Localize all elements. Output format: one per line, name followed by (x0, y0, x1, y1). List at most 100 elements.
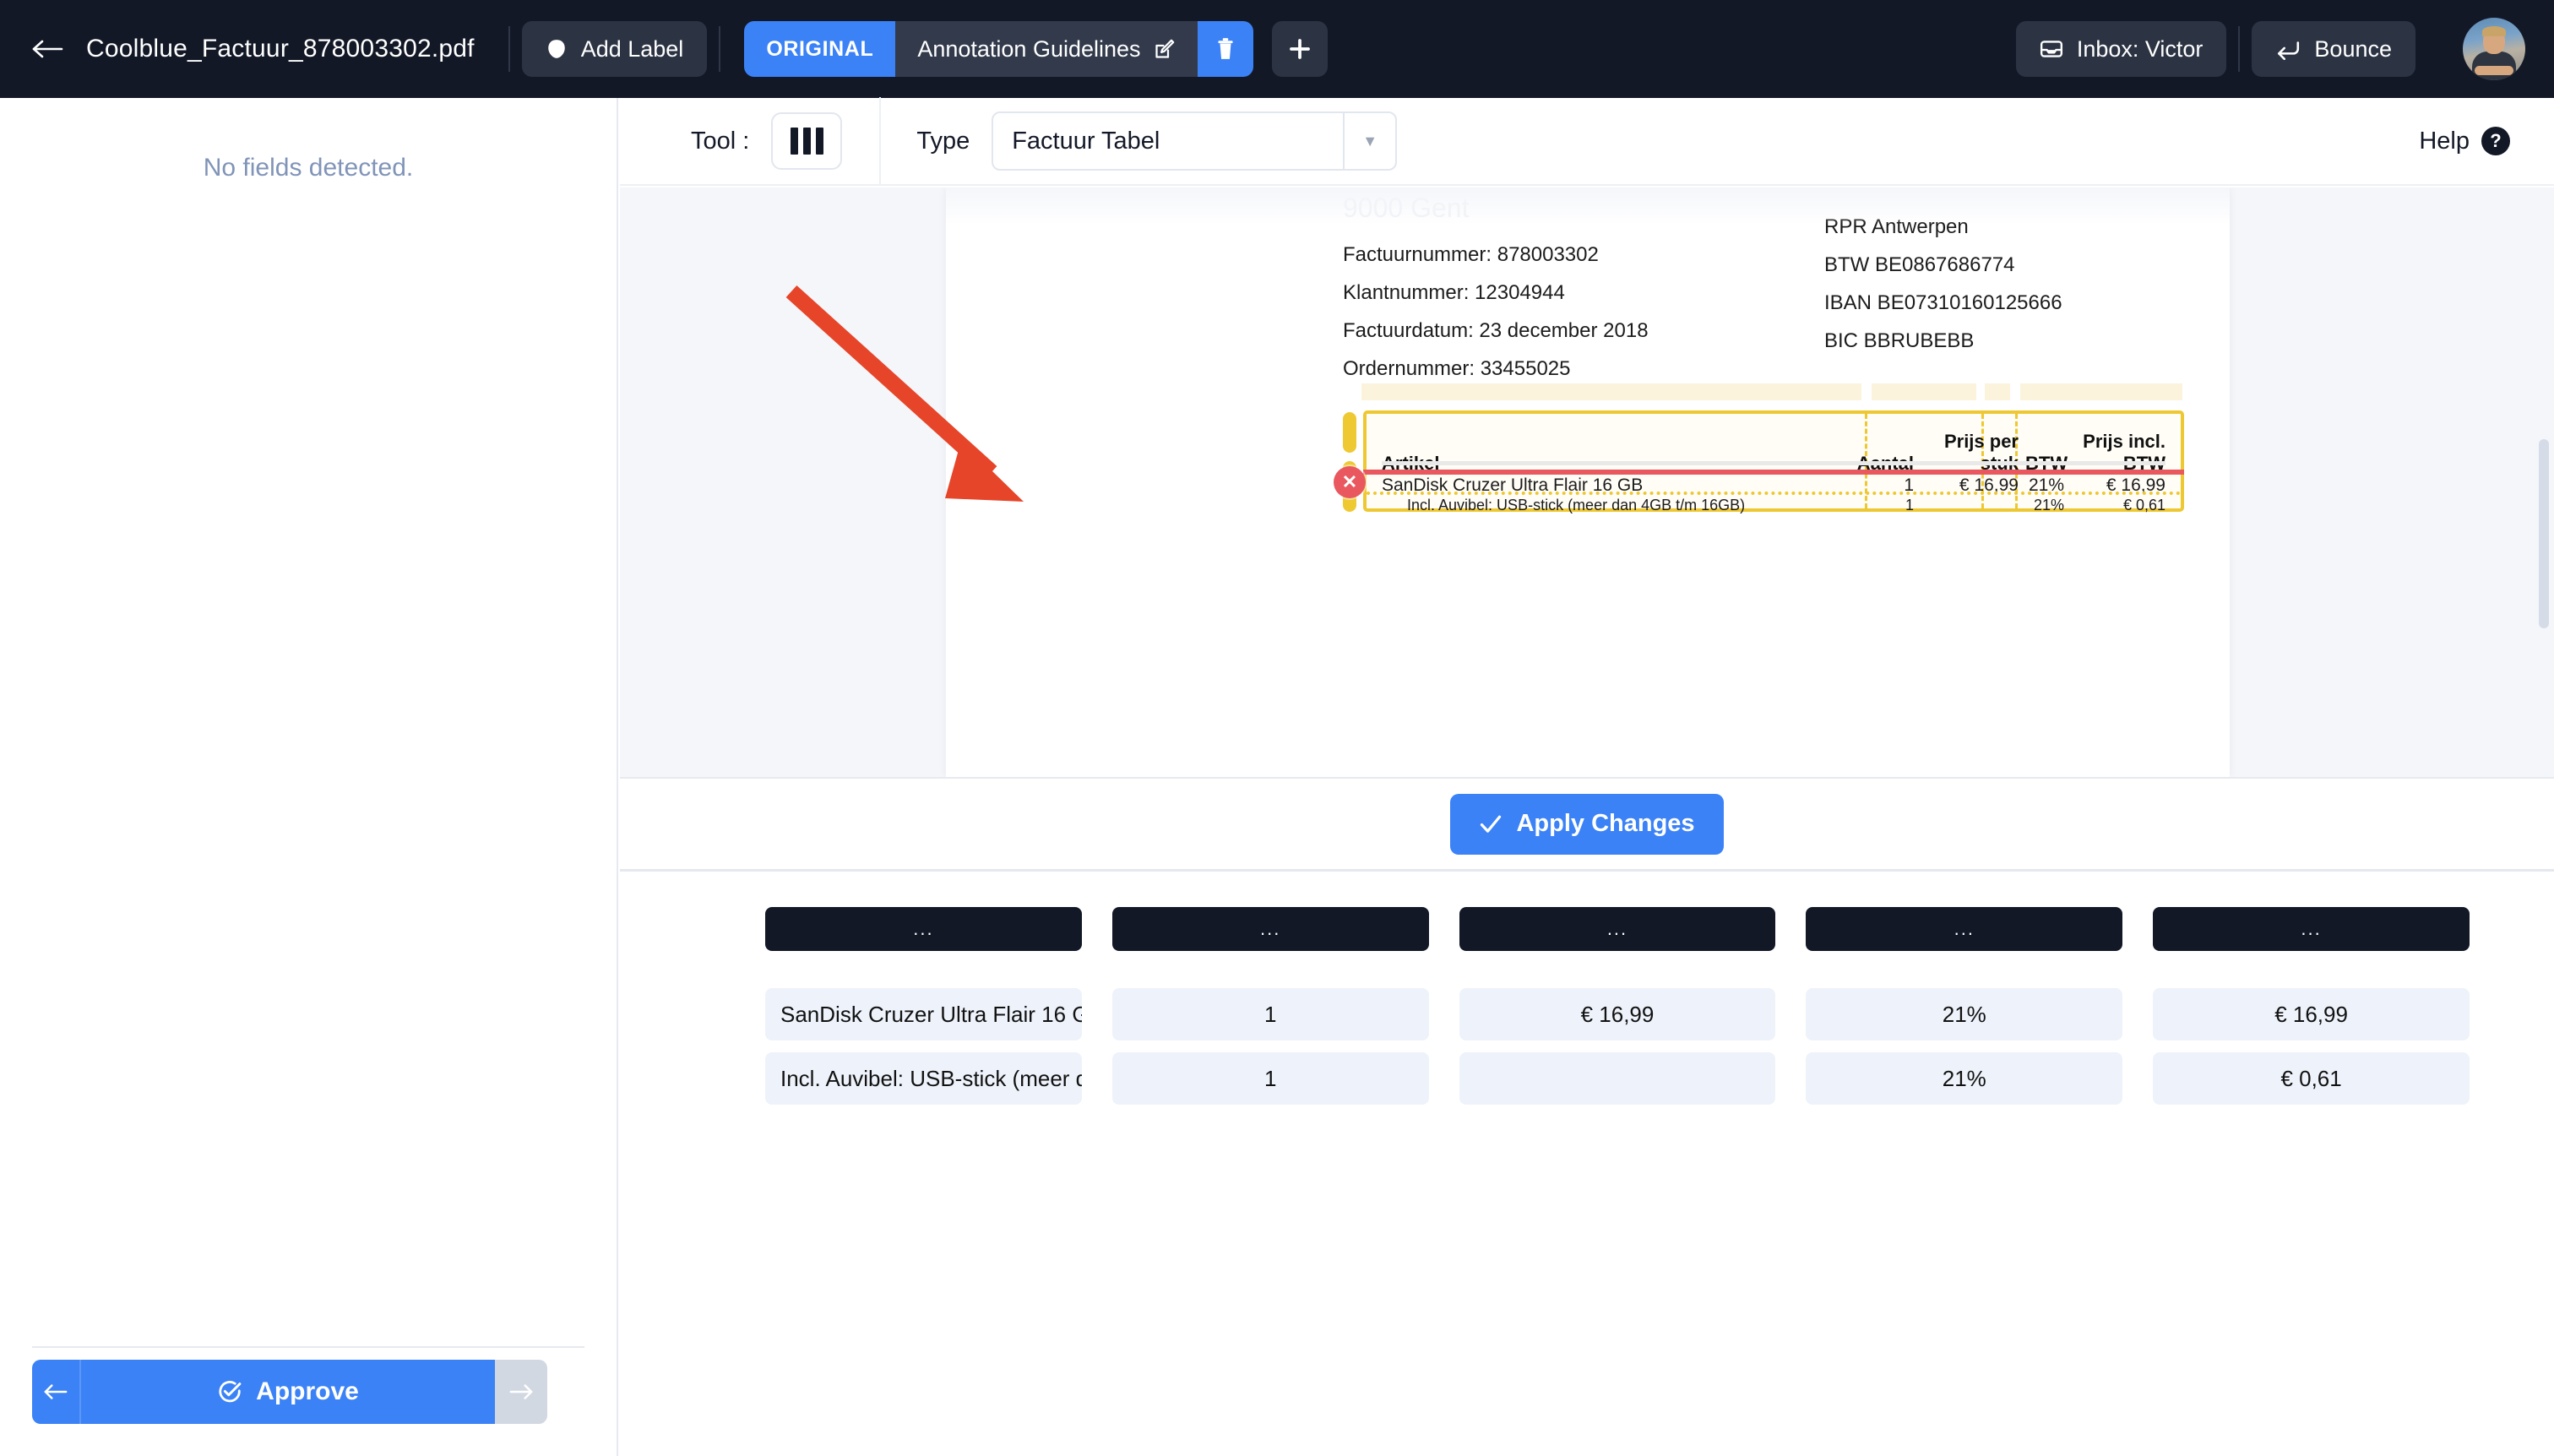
editor-table-row: SanDisk Cruzer Ultra Flair 16 GB 1 € 16,… (765, 988, 2470, 1040)
inbox-button[interactable]: Inbox: Victor (2016, 21, 2227, 77)
cell-aantal: 1 (1807, 497, 1914, 514)
arrow-right-icon (508, 1383, 534, 1401)
editor-cell-incl[interactable]: € 0,61 (2153, 1052, 2470, 1105)
invoice-field-bic: BIC BBRUBEBB (1824, 329, 2062, 353)
pdf-page: 9000 Gent Factuurnummer: 878003302 Klant… (946, 187, 2230, 777)
invoice-city-line: 9000 Gent (1343, 193, 1469, 224)
approve-label: Approve (256, 1377, 359, 1406)
delete-row-button[interactable]: ✕ (1334, 466, 1366, 498)
table-header-prijs: Prijs per stuk (1914, 431, 2025, 475)
tag-icon (546, 38, 568, 60)
invoice-field-factuurdatum: Factuurdatum: 23 december 2018 (1343, 319, 1649, 343)
detected-table-region[interactable]: Artikel Aantal Prijs per stuk BTW Prijs … (1363, 410, 2184, 512)
check-circle-icon (217, 1379, 242, 1404)
delete-guidelines-button[interactable] (1198, 21, 1253, 77)
inbox-label: Inbox: Victor (2077, 36, 2204, 62)
help-label: Help (2419, 128, 2470, 155)
type-select[interactable]: Factuur Tabel ▼ (992, 111, 1397, 171)
back-button[interactable] (29, 30, 68, 68)
editable-table-grid: ... ... ... ... ... SanDisk Cruzer Ultra… (765, 907, 2470, 1116)
cell-btw: 21% (2025, 497, 2064, 514)
approve-toolbar: Approve (32, 1360, 547, 1424)
invoice-field-klantnummer: Klantnummer: 12304944 (1343, 281, 1649, 305)
columns-tool-button[interactable] (771, 112, 842, 170)
invoice-field-rpr: RPR Antwerpen (1824, 215, 2062, 239)
pdf-viewer[interactable]: 9000 Gent Factuurnummer: 878003302 Klant… (620, 187, 2554, 777)
annotation-guidelines-button[interactable]: Annotation Guidelines (895, 21, 1197, 77)
invoice-right-fields: RPR Antwerpen BTW BE0867686774 IBAN BE07… (1824, 215, 2062, 367)
editor-cell-aantal[interactable]: 1 (1112, 1052, 1429, 1105)
row-delete-strikethrough (1363, 470, 2184, 475)
next-document-button[interactable] (495, 1360, 547, 1424)
column-header-menu-3[interactable]: ... (1459, 907, 1776, 951)
column-header-menu-4[interactable]: ... (1806, 907, 2122, 951)
arrow-left-icon (43, 1383, 68, 1401)
invoice-field-factuurnummer: Factuurnummer: 878003302 (1343, 243, 1649, 267)
table-header-row: Artikel Aantal Prijs per stuk BTW Prijs … (1382, 431, 2165, 475)
invoice-field-iban: IBAN BE07310160125666 (1824, 291, 2062, 315)
check-icon (1479, 813, 1503, 835)
column-header-menu-2[interactable]: ... (1112, 907, 1429, 951)
no-fields-message: No fields detected. (0, 154, 617, 182)
edit-square-icon (1153, 38, 1176, 61)
bounce-button[interactable]: Bounce (2252, 21, 2415, 77)
invoice-field-ordernummer: Ordernummer: 33455025 (1343, 357, 1649, 381)
editor-cell-incl[interactable]: € 16,99 (2153, 988, 2470, 1040)
table-row-handle-top[interactable] (1343, 412, 1356, 453)
invoice-field-btw: BTW BE0867686774 (1824, 253, 2062, 277)
user-avatar[interactable] (2463, 18, 2525, 80)
cell-incl: € 0,61 (2064, 497, 2165, 514)
columns-icon-bar-1 (791, 128, 798, 155)
editor-table-row: Incl. Auvibel: USB-stick (meer dan 4GB t… (765, 1052, 2470, 1105)
sidebar-divider (32, 1346, 584, 1348)
invoice-left-fields: Factuurnummer: 878003302 Klantnummer: 12… (1343, 243, 1649, 395)
editor-cell-aantal[interactable]: 1 (1112, 988, 1429, 1040)
editor-cell-btw[interactable]: 21% (1806, 1052, 2122, 1105)
chevron-down-icon[interactable]: ▼ (1343, 113, 1395, 169)
editor-header-row: ... ... ... ... ... (765, 907, 2470, 951)
viewer-scrollbar[interactable] (2539, 439, 2549, 628)
editor-grid-spacer (765, 964, 2470, 988)
return-arrow-icon (2275, 38, 2301, 60)
previous-document-button[interactable] (32, 1360, 81, 1424)
question-mark-icon: ? (2481, 127, 2510, 155)
avatar-arms (2475, 66, 2513, 75)
table-editor-panel: Apply Changes ... ... ... ... ... SanDis… (620, 777, 2554, 1456)
apply-changes-label: Apply Changes (1516, 810, 1694, 838)
help-button[interactable]: Help ? (2419, 127, 2510, 155)
strip-gap-1 (1861, 383, 1872, 400)
arrow-left-icon (31, 37, 65, 61)
add-guideline-button[interactable] (1272, 21, 1328, 77)
header-divider-3 (2238, 26, 2240, 72)
editor-cell-prijs[interactable]: € 16,99 (1459, 988, 1776, 1040)
toolbar-divider (879, 97, 881, 185)
table-highlight-strip (1361, 383, 2182, 400)
strip-gap-3 (2010, 383, 2020, 400)
annotation-toolbar: Tool : Type Factuur Tabel ▼ Help ? (620, 98, 2554, 186)
add-label-text: Add Label (581, 36, 684, 62)
inbox-icon (2040, 38, 2063, 60)
guidelines-group: ORIGINAL Annotation Guidelines (744, 21, 1253, 77)
table-row[interactable]: Incl. Auvibel: USB-stick (meer dan 4GB t… (1382, 497, 2165, 514)
editor-cell-artikel[interactable]: SanDisk Cruzer Ultra Flair 16 GB (765, 988, 1082, 1040)
header-divider-1 (508, 26, 510, 72)
approve-button[interactable]: Approve (81, 1360, 495, 1424)
app-header: Coolblue_Factuur_878003302.pdf Add Label… (0, 0, 2554, 98)
fields-sidebar: No fields detected. Approve (0, 98, 618, 1456)
trash-icon (1215, 37, 1236, 61)
apply-changes-button[interactable]: Apply Changes (1450, 794, 1723, 855)
column-header-menu-5[interactable]: ... (2153, 907, 2470, 951)
type-select-value: Factuur Tabel (993, 113, 1343, 169)
editor-cell-artikel[interactable]: Incl. Auvibel: USB-stick (meer dan 4GB t… (765, 1052, 1082, 1105)
editor-cell-btw[interactable]: 21% (1806, 988, 2122, 1040)
cell-artikel: Incl. Auvibel: USB-stick (meer dan 4GB t… (1382, 497, 1807, 514)
tool-label: Tool : (691, 128, 749, 155)
apply-changes-bar: Apply Changes (620, 779, 2554, 872)
table-header-incl-btw: Prijs incl. BTW (2064, 431, 2165, 475)
original-badge[interactable]: ORIGINAL (744, 21, 895, 77)
row-separator-dotted[interactable] (1367, 492, 2181, 495)
add-label-button[interactable]: Add Label (522, 21, 708, 77)
column-header-menu-1[interactable]: ... (765, 907, 1082, 951)
editor-cell-prijs[interactable] (1459, 1052, 1776, 1105)
bounce-label: Bounce (2314, 36, 2392, 62)
